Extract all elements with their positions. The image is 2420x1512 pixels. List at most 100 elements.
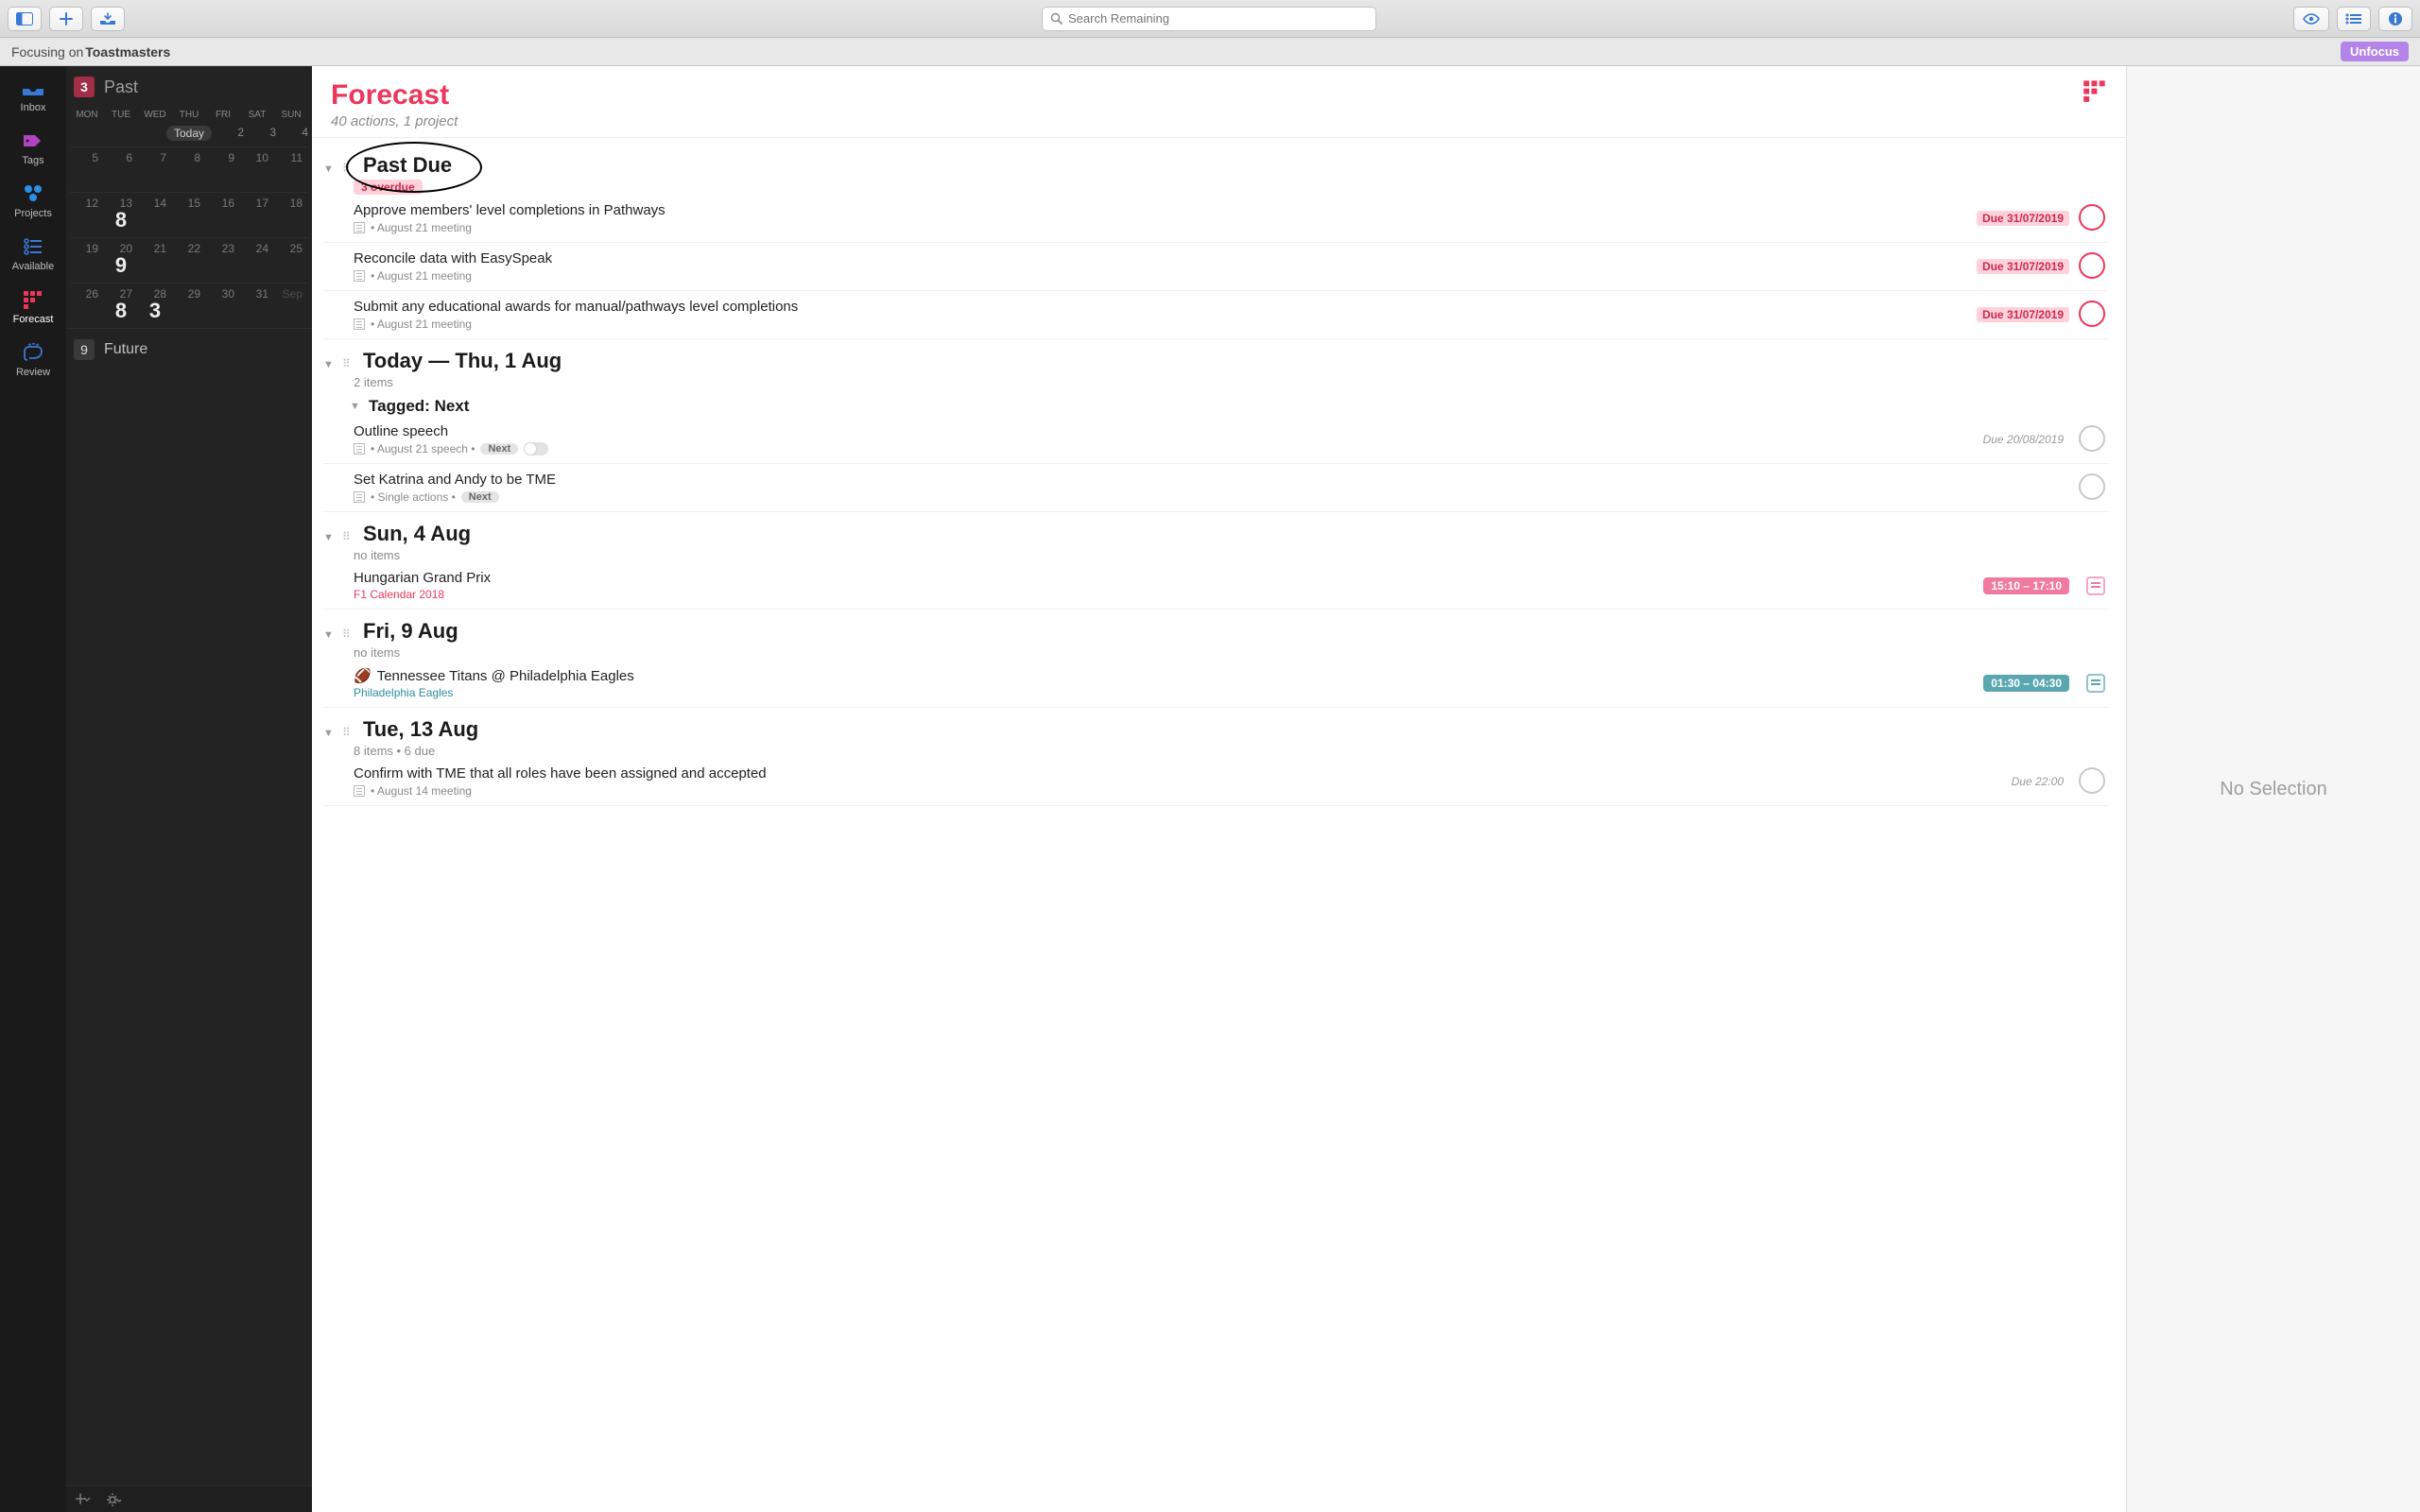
section-header[interactable]: ▼⠿Fri, 9 Aug bbox=[323, 613, 2109, 645]
info-icon bbox=[2388, 11, 2403, 26]
plus-icon bbox=[59, 11, 74, 26]
forecast-header-icon bbox=[2083, 79, 2107, 107]
calendar-day[interactable]: 5 bbox=[70, 146, 104, 192]
status-circle[interactable] bbox=[2079, 425, 2105, 452]
due-badge: Due 31/07/2019 bbox=[1977, 211, 2069, 226]
calendar-day[interactable]: 17 bbox=[240, 192, 274, 237]
calendar-day[interactable]: 18 bbox=[274, 192, 308, 237]
task-row[interactable]: Set Katrina and Andy to be TME • Single … bbox=[323, 464, 2109, 512]
unfocus-button[interactable]: Unfocus bbox=[2341, 42, 2409, 61]
sidebar-item-available[interactable]: Available bbox=[0, 225, 66, 278]
event-row[interactable]: 🏈Tennessee Titans @ Philadelphia EaglesP… bbox=[323, 660, 2109, 708]
drag-handle-icon: ⠿ bbox=[342, 530, 355, 543]
inspector-empty: No Selection bbox=[2220, 779, 2326, 800]
calendar-icon bbox=[2086, 674, 2105, 693]
event-calendar: Philadelphia Eagles bbox=[354, 686, 1974, 699]
toggle-sidebar-button[interactable] bbox=[8, 7, 42, 31]
calendar-grid: 567891011 121381415161718 192092122232425 2… bbox=[66, 146, 312, 328]
forecast-list: Forecast 40 actions, 1 project ▼⠿Past Du… bbox=[312, 66, 2127, 1512]
calendar-day[interactable]: 11 bbox=[274, 146, 308, 192]
calendar-icon bbox=[2086, 576, 2105, 595]
section-header[interactable]: ▼⠿Sun, 4 Aug bbox=[323, 516, 2109, 548]
section-title: Today — Thu, 1 Aug bbox=[363, 349, 562, 373]
tag-pill[interactable]: Next bbox=[480, 443, 518, 455]
settings-button[interactable] bbox=[106, 1492, 123, 1507]
drag-handle-icon: ⠿ bbox=[342, 726, 355, 739]
due-badge: Due 20/08/2019 bbox=[1978, 432, 2069, 447]
list-scroll[interactable]: ▼⠿Past Due3 overdueApprove members' leve… bbox=[312, 138, 2126, 1512]
disclosure-icon: ▼ bbox=[323, 359, 335, 370]
task-row[interactable]: Confirm with TME that all roles have bee… bbox=[323, 758, 2109, 806]
calendar-day[interactable]: 138 bbox=[104, 192, 138, 237]
sidebar-item-projects[interactable]: Projects bbox=[0, 172, 66, 225]
calendar-day[interactable]: 25 bbox=[274, 237, 308, 283]
sidebar-item-inbox[interactable]: Inbox bbox=[0, 66, 66, 119]
new-item-button[interactable] bbox=[49, 7, 83, 31]
calendar-day[interactable]: 14 bbox=[138, 192, 172, 237]
section-header[interactable]: ▼ ⠿ Today — Thu, 1 Aug bbox=[323, 343, 2109, 375]
calendar-day[interactable]: 19 bbox=[70, 237, 104, 283]
task-row[interactable]: Approve members' level completions in Pa… bbox=[323, 195, 2109, 243]
calendar-day[interactable]: 12 bbox=[70, 192, 104, 237]
calendar-day[interactable]: 24 bbox=[240, 237, 274, 283]
section-meta: no items bbox=[323, 645, 2109, 660]
calendar-day[interactable]: 15 bbox=[172, 192, 206, 237]
past-row[interactable]: 3 Past bbox=[66, 66, 312, 108]
task-title: Reconcile data with EasySpeak bbox=[354, 250, 1967, 266]
calendar-day[interactable]: 283 bbox=[138, 283, 172, 328]
calendar-day[interactable]: 10 bbox=[240, 146, 274, 192]
calendar-day[interactable]: 29 bbox=[172, 283, 206, 328]
page-title: Forecast bbox=[331, 79, 458, 112]
calendar-day[interactable]: 22 bbox=[172, 237, 206, 283]
today-pill[interactable]: Today bbox=[166, 126, 212, 141]
sidebar-item-label: Inbox bbox=[21, 102, 46, 113]
calendar-day[interactable]: Sep bbox=[274, 283, 308, 328]
calendar-day[interactable]: 31 bbox=[240, 283, 274, 328]
calendar-day[interactable]: 8 bbox=[172, 146, 206, 192]
task-row[interactable]: Submit any educational awards for manual… bbox=[323, 291, 2109, 339]
calendar-day[interactable]: 26 bbox=[70, 283, 104, 328]
calendar-day[interactable]: 30 bbox=[206, 283, 240, 328]
status-circle[interactable] bbox=[2079, 301, 2105, 327]
section-title: Sun, 4 Aug bbox=[363, 522, 471, 546]
status-circle[interactable] bbox=[2079, 252, 2105, 279]
calendar-day[interactable]: 9 bbox=[206, 146, 240, 192]
add-perspective-button[interactable] bbox=[76, 1493, 93, 1506]
future-label: Future bbox=[104, 341, 147, 358]
future-row[interactable]: 9 Future bbox=[66, 328, 312, 369]
inspector-button[interactable] bbox=[2378, 7, 2412, 31]
subsection-header[interactable]: ▼Tagged: Next bbox=[350, 397, 2109, 416]
drag-handle-icon: ⠿ bbox=[342, 357, 355, 370]
sidebar-item-tags[interactable]: Tags bbox=[0, 119, 66, 172]
sidebar-item-review[interactable]: Review bbox=[0, 331, 66, 384]
status-circle[interactable] bbox=[2079, 473, 2105, 500]
status-circle[interactable] bbox=[2079, 767, 2105, 794]
task-title: Outline speech bbox=[354, 423, 1968, 439]
search-field[interactable] bbox=[1042, 7, 1376, 31]
quick-entry-button[interactable] bbox=[91, 7, 125, 31]
calendar-day[interactable]: 16 bbox=[206, 192, 240, 237]
list-view-button[interactable] bbox=[2337, 7, 2371, 31]
task-row[interactable]: Outline speech • August 21 speech • Next… bbox=[323, 416, 2109, 464]
calendar-day[interactable]: 23 bbox=[206, 237, 240, 283]
calendar-day[interactable]: 278 bbox=[104, 283, 138, 328]
calendar-day[interactable]: 21 bbox=[138, 237, 172, 283]
calendar-day[interactable]: 209 bbox=[104, 237, 138, 283]
calendar-column: 3 Past MONTUEWEDTHUFRISATSUN Today 2 3 4… bbox=[66, 66, 312, 1512]
tag-pill[interactable]: Next bbox=[461, 491, 499, 503]
section-header[interactable]: ▼⠿Tue, 13 Aug bbox=[323, 712, 2109, 744]
task-row[interactable]: Reconcile data with EasySpeak • August 2… bbox=[323, 243, 2109, 291]
calendar-day[interactable]: 7 bbox=[138, 146, 172, 192]
event-row[interactable]: Hungarian Grand PrixF1 Calendar 201815:1… bbox=[323, 562, 2109, 610]
tag-icon bbox=[21, 130, 45, 151]
focus-prefix: Focusing on bbox=[11, 44, 83, 60]
search-input[interactable] bbox=[1068, 11, 1368, 26]
today-row: Today 2 3 4 bbox=[66, 124, 312, 146]
calendar-day[interactable]: 6 bbox=[104, 146, 138, 192]
sidebar-item-label: Projects bbox=[14, 208, 52, 219]
section-header[interactable]: ▼⠿Past Due bbox=[323, 147, 2109, 180]
view-button[interactable] bbox=[2293, 7, 2329, 31]
sidebar-item-forecast[interactable]: Forecast bbox=[0, 278, 66, 331]
flag-toggle[interactable] bbox=[524, 442, 548, 455]
status-circle[interactable] bbox=[2079, 204, 2105, 231]
